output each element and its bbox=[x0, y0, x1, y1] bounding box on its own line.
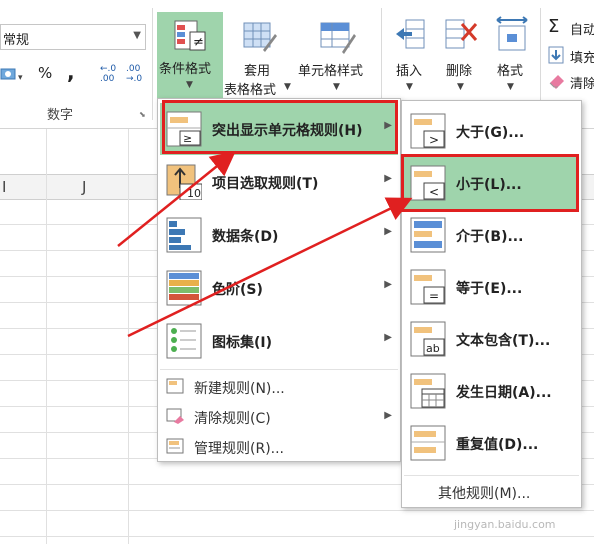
watermark: jingyan.baidu.com bbox=[454, 518, 556, 531]
annotation-arrow bbox=[117, 150, 236, 247]
annotation-arrows bbox=[117, 150, 413, 338]
annotation-arrow bbox=[127, 197, 413, 338]
